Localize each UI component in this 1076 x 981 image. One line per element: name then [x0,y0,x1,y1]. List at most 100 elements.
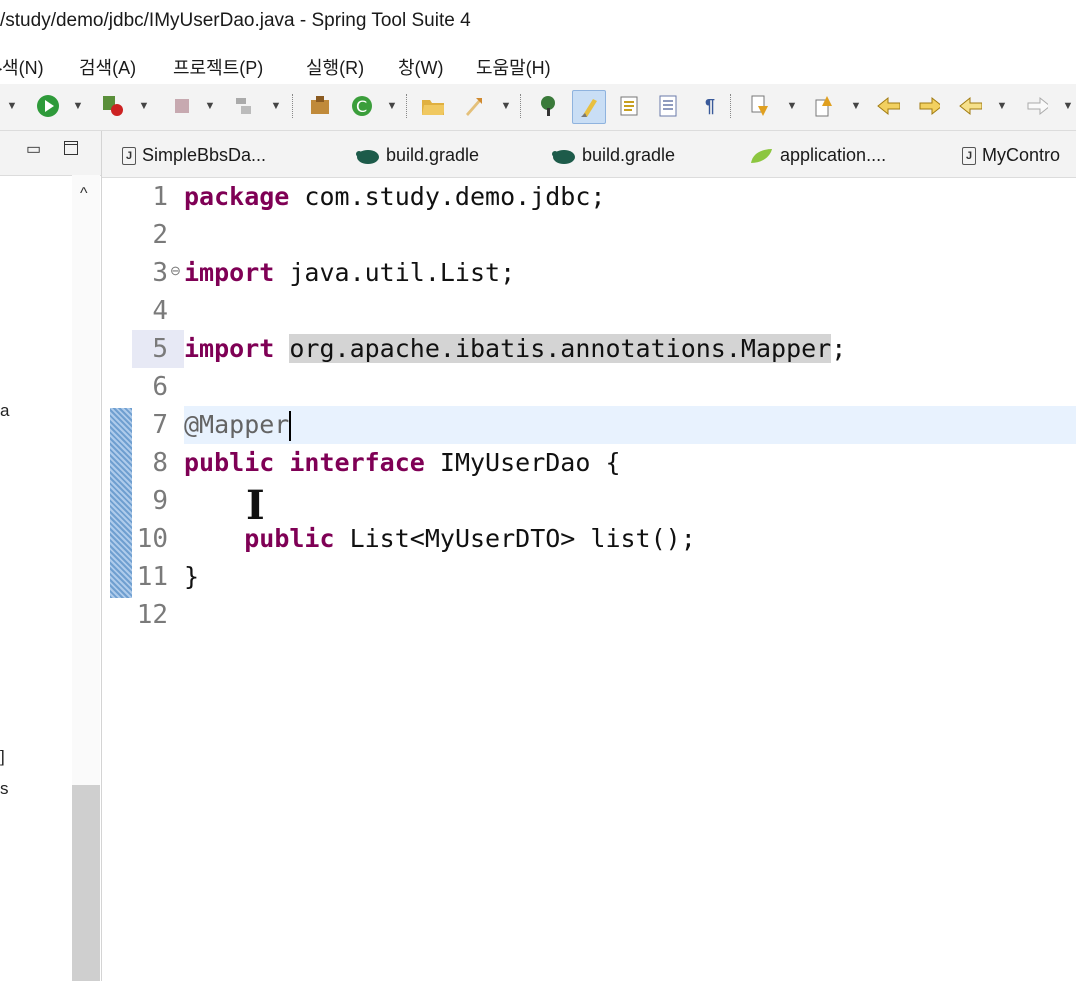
code-line[interactable]: package com.study.demo.jdbc; [184,178,1076,216]
line-number: 7 [152,410,168,440]
keyword-token: import [184,334,275,363]
menu-project[interactable]: 프로젝트(P) [173,54,263,80]
next-annotation-icon[interactable] [748,94,772,118]
code-line[interactable] [184,216,1076,254]
toolbar-separator [292,94,295,118]
chevron-down-icon[interactable]: ▼ [500,94,512,118]
window-title: /study/demo/jdbc/IMyUserDao.java - Sprin… [0,10,471,31]
chevron-down-icon[interactable]: ▼ [72,94,84,118]
maximize-icon[interactable] [64,141,78,155]
block-icon[interactable] [656,94,680,118]
debug-icon[interactable] [100,94,124,118]
java-file-icon: J [962,146,976,165]
minimize-icon[interactable]: ▭ [26,139,41,159]
open-folder-icon[interactable] [420,94,444,118]
chevron-down-icon[interactable]: ▼ [786,94,798,118]
code-line[interactable]: public interface IMyUserDao { [184,444,1076,482]
tab-build-gradle-1[interactable]: build.gradle [354,145,479,166]
code-line[interactable] [184,596,1076,634]
refresh-icon[interactable]: C [350,94,374,118]
menu-search[interactable]: 검색(A) [79,54,136,80]
keyword-token: public [184,448,275,477]
tab-application[interactable]: application.... [748,145,886,166]
chevron-down-icon[interactable]: ▼ [6,94,18,118]
code-line[interactable] [184,368,1076,406]
package-explorer-panel: ▭ ^ a ] s [0,131,102,981]
tree-item-fragment[interactable]: ] [0,747,5,767]
menu-run[interactable]: 실행(R) [306,54,364,80]
toolbar-separator [730,94,733,118]
code-token: ; [831,334,847,363]
chevron-down-icon[interactable]: ▼ [996,94,1008,118]
rocket-icon[interactable] [462,94,486,118]
tree-item-fragment[interactable]: a [0,401,9,421]
pilcrow-icon[interactable]: ¶ [698,94,722,118]
code-editor[interactable]: 1 2 3 ⊖ 4 5 6 7 8 9 10 11 12 package com… [102,178,1076,981]
keyword-token: package [184,182,290,211]
menu-bar: }색(N) 검색(A) 프로젝트(P) 실행(R) 창(W) 도움말(H) [0,44,1076,84]
line-number: 4 [152,296,168,326]
line-number: 5 [132,330,184,368]
code-line[interactable] [184,482,1076,520]
new-package-icon[interactable] [308,94,332,118]
brush-icon[interactable] [572,90,606,124]
code-line[interactable]: } [184,558,1076,596]
code-token: java.util.List; [274,258,516,287]
line-number: 2 [152,220,168,250]
tab-mycontroller[interactable]: J MyContro [962,145,1060,166]
code-line[interactable]: import java.util.List; [184,254,1076,292]
forward-icon[interactable] [1024,94,1048,118]
toolbar-separator [406,94,409,118]
gradle-icon [550,147,576,165]
prev-annotation-icon[interactable] [812,94,836,118]
chevron-down-icon[interactable]: ▼ [850,94,862,118]
deploy-icon[interactable] [232,94,256,118]
code-token: IMyUserDao { [424,448,621,477]
text-caret [289,411,292,441]
line-number-gutter: 1 2 3 ⊖ 4 5 6 7 8 9 10 11 12 [132,178,184,981]
svg-text:C: C [356,97,367,116]
toggle-icon[interactable] [618,94,642,118]
tab-label: SimpleBbsDa... [142,145,267,165]
chevron-down-icon[interactable]: ▼ [270,94,282,118]
chevron-down-icon[interactable]: ▼ [204,94,216,118]
main-toolbar: ▼ ▼ ▼ ▼ ▼ C ▼ ▼ ¶ ▼ ▼ ▼ ▼ [0,84,1076,131]
fold-collapse-icon[interactable]: ⊖ [170,263,181,279]
code-token: com.study.demo.jdbc; [289,182,606,211]
line-number: 6 [152,372,168,402]
menu-navigate[interactable]: }색(N) [0,54,44,80]
code-line[interactable]: public List<MyUserDTO> list(); [184,520,1076,558]
chevron-down-icon[interactable]: ▼ [386,94,398,118]
forward-edit-icon[interactable] [916,94,940,118]
pin-icon[interactable] [536,94,560,118]
line-number: 8 [152,448,168,478]
code-text-area[interactable]: package com.study.demo.jdbc; import java.… [184,178,1076,981]
highlighted-occurrence: org.apache.ibatis.annotations.Mapper [289,334,832,363]
change-marker [110,408,132,598]
play-icon[interactable] [36,94,60,118]
java-file-icon: J [122,146,136,165]
menu-window[interactable]: 창(W) [398,54,444,80]
code-line[interactable]: @Mapper [184,406,1076,444]
annotation-ruler [102,178,132,981]
line-number: 11 [136,562,168,592]
scroll-up-icon[interactable]: ^ [80,185,88,203]
code-line[interactable] [184,292,1076,330]
menu-help[interactable]: 도움말(H) [476,54,551,80]
stop-icon[interactable] [170,94,194,118]
chevron-down-icon[interactable]: ▼ [1062,94,1074,118]
code-line[interactable]: import org.apache.ibatis.annotations.Map… [184,330,1076,368]
back-icon[interactable] [958,94,982,118]
tree-item-fragment[interactable]: s [0,779,9,799]
scrollbar-thumb[interactable] [72,785,100,981]
back-edit-icon[interactable] [876,94,900,118]
toolbar-separator [520,94,523,118]
tab-label: application.... [780,145,887,165]
line-number: 9 [152,486,168,516]
tab-build-gradle-2[interactable]: build.gradle [550,145,675,166]
chevron-down-icon[interactable]: ▼ [138,94,150,118]
panel-header: ▭ [0,131,101,176]
tab-label: MyContro [982,145,1061,165]
line-number: 1 [152,182,168,212]
tab-simplebbsdao[interactable]: J SimpleBbsDa... [122,145,266,166]
